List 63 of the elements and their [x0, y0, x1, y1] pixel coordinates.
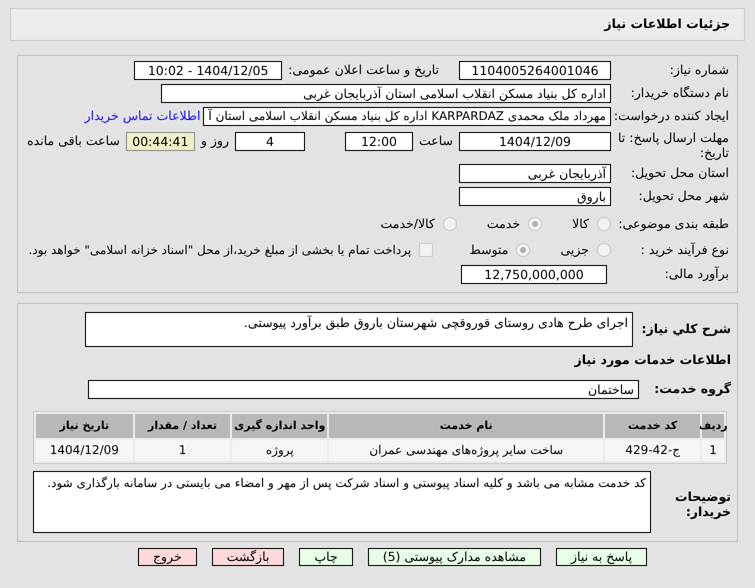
radio-label: کالا/خدمت	[380, 214, 435, 233]
field-label: ایجاد کننده درخواست:	[612, 107, 729, 126]
section-title: اطلاعات خدمات مورد نیاز	[573, 351, 731, 369]
text-field[interactable]: مهرداد ملک محمدی KARPARDAZ اداره کل بنیاد مسکن انقلاب اسلامی استان آ	[203, 107, 611, 126]
field-label: شماره نیاز:	[668, 61, 729, 80]
text-field[interactable]: اداره کل بنیاد مسکن انقلاب اسلامی استان آذربایجان غربی	[161, 84, 611, 103]
field-label: ساعت باقی مانده	[27, 132, 120, 150]
description-text: اجرای طرح هادی روستای قوروقچی شهرستان باروق طبق برآورد پیوستی.	[244, 315, 628, 330]
description-field[interactable]: اجرای طرح هادی روستای قوروقچی شهرستان باروق طبق برآورد پیوستی.	[85, 312, 633, 347]
radio-label: متوسط	[469, 240, 508, 259]
table-cell: ساخت سایر پروژه‌های مهندسی عمران	[329, 440, 604, 461]
field-label: استان محل تحویل:	[630, 164, 729, 182]
radio-label: خدمت	[486, 214, 520, 233]
page-title: جزئیات اطلاعات نیاز	[604, 15, 730, 34]
countdown-field: 00:44:41	[126, 132, 195, 151]
column-header: واحد اندازه گیری	[232, 414, 328, 438]
field-label: مهلت ارسال پاسخ: تا تاریخ:	[617, 130, 729, 160]
table-cell: 1	[702, 440, 724, 461]
radio-button[interactable]	[516, 243, 530, 257]
table-cell: ج-42-429	[605, 440, 700, 461]
checkbox-label: پرداخت تمام یا بخشی از مبلغ خرید،از محل "اسناد خزانه اسلامی" خواهد بود.	[28, 242, 412, 259]
radio-label: کالا	[572, 214, 589, 233]
column-header: کد خدمت	[605, 414, 700, 438]
text-field[interactable]: 12:00	[344, 132, 413, 151]
column-header: تعداد / مقدار	[134, 414, 230, 438]
action-button[interactable]: بازگشت	[212, 548, 284, 566]
text-field[interactable]: 1404/12/05 - 10:02	[134, 61, 282, 80]
field-label: شهر محل تحویل:	[638, 187, 729, 206]
radio-button[interactable]	[597, 243, 611, 257]
action-button[interactable]: خروج	[138, 548, 197, 566]
text-field[interactable]: ساختمان	[88, 380, 639, 399]
notes-field[interactable]: کد خدمت مشابه می باشد و کلیه اسناد پیوستی و اسناد شرکت پس از مهر و امضاء می بایستی در سامانه بارگذاری شود.	[33, 470, 651, 533]
field-label: شرح کلي نياز:	[640, 320, 731, 338]
text-field[interactable]: آذربایجان غربی	[459, 164, 611, 183]
radio-button[interactable]	[597, 217, 611, 231]
text-field[interactable]: 12,750,000,000	[461, 265, 607, 284]
radio-button[interactable]	[442, 217, 457, 231]
contact-link[interactable]: اطلاعات تماس خریدار	[84, 107, 200, 126]
field-label: طبقه بندی موضوعی:	[617, 214, 729, 233]
radio-button[interactable]	[528, 217, 542, 231]
table-cell: 1404/12/09	[36, 440, 133, 461]
field-label: توضیحات خریدار:	[674, 488, 731, 519]
field-label: نام دستگاه خریدار:	[630, 84, 729, 102]
field-label: تاریخ و ساعت اعلان عمومی:	[288, 61, 439, 80]
text-field[interactable]: 4	[234, 132, 305, 151]
text-field[interactable]: 1404/12/09	[459, 132, 611, 151]
table-cell: پروژه	[232, 440, 328, 461]
field-label: نوع فرآیند خرید :	[640, 240, 729, 259]
field-label: گروه خدمت:	[653, 380, 731, 398]
action-button[interactable]: چاپ	[299, 548, 353, 566]
text-field[interactable]: 1104005264001046	[459, 61, 611, 80]
column-header: تاریخ نیاز	[36, 414, 133, 438]
field-label: ساعت	[418, 132, 453, 150]
action-button[interactable]: مشاهده مدارک پیوستی (5)	[368, 548, 542, 566]
checkbox[interactable]	[419, 243, 434, 257]
notes-text: کد خدمت مشابه می باشد و کلیه اسناد پیوستی و اسناد شرکت پس از مهر و امضاء می بایستی در سامانه بارگذاری شود.	[47, 476, 646, 490]
table-cell: 1	[134, 440, 230, 461]
text-field[interactable]: باروق	[459, 187, 611, 206]
column-header: نام خدمت	[329, 414, 604, 438]
action-button[interactable]: پاسخ به نیاز	[556, 548, 648, 566]
field-label: روز و	[200, 132, 229, 150]
radio-label: جزیی	[560, 240, 589, 259]
field-label: برآورد مالی:	[664, 265, 729, 284]
